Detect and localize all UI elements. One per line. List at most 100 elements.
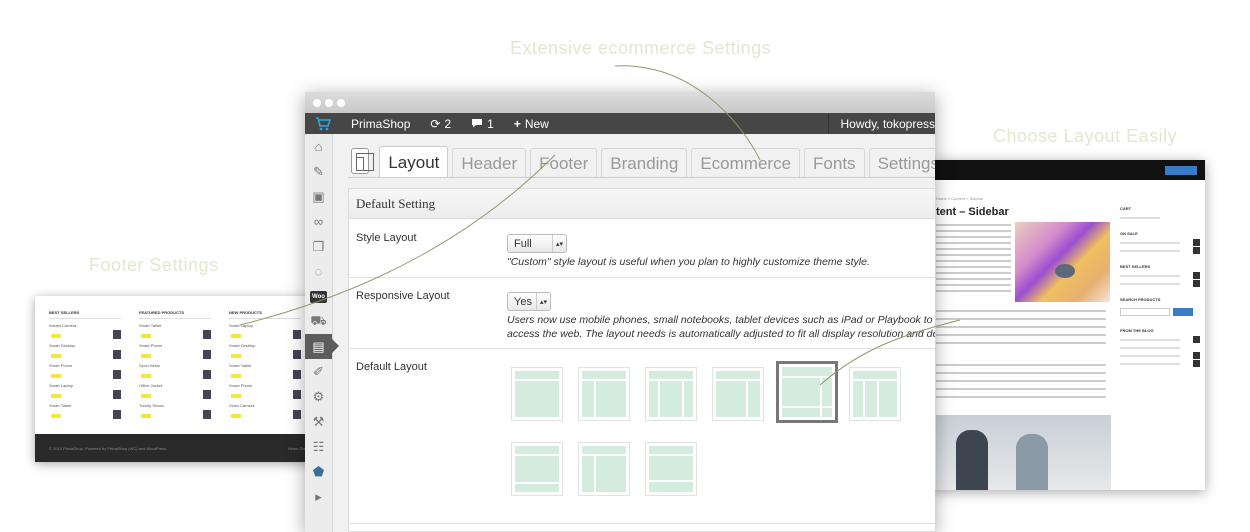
footer-bar: © 2013 PrimaShop. Powered by PrimaShop (…	[35, 434, 330, 462]
shield-icon[interactable]: ⬟	[305, 459, 332, 484]
callout-layout: Choose Layout Easily	[993, 126, 1178, 146]
sidebar-thumb	[1193, 247, 1200, 254]
cart-icon[interactable]	[305, 113, 341, 134]
layout-option-both-sidebars[interactable]	[645, 367, 697, 421]
footer-product: Smart Tablet	[229, 363, 301, 384]
layout-option-full-width[interactable]	[511, 367, 563, 421]
price-tag	[141, 394, 151, 399]
layout-column-divider	[658, 381, 660, 417]
style-layout-value: Full	[514, 237, 532, 250]
tab-settings[interactable]: Settings	[868, 148, 935, 178]
layout-column-divider	[746, 381, 748, 417]
sidebar-thumb	[1193, 239, 1200, 246]
footer-column-title: NEW PRODUCTS	[229, 310, 301, 319]
new-content-link[interactable]: + New	[504, 113, 559, 134]
pages-icon[interactable]: ❐	[305, 234, 332, 259]
window-close-dot[interactable]	[313, 98, 321, 107]
footer-column: FEATURED PRODUCTS Smart Tablet Smart Pho…	[139, 310, 211, 424]
home-icon[interactable]: ⌂	[305, 134, 332, 159]
preview-text-line	[936, 326, 1106, 328]
products-icon[interactable]: ⛟	[305, 309, 332, 334]
howdy-text: Howdy, tokopress	[840, 116, 935, 131]
layout-preview-fill	[649, 371, 693, 417]
layout-option-full-footer[interactable]	[645, 442, 697, 496]
links-icon[interactable]: ∞	[305, 209, 332, 234]
preview-topbar	[930, 160, 1205, 180]
product-thumb	[203, 329, 211, 339]
tab-branding[interactable]: Branding	[601, 148, 688, 178]
layout-header-bar	[515, 454, 559, 456]
layout-option-split-sidebar[interactable]	[849, 367, 901, 421]
tab-footer[interactable]: Footer	[530, 148, 598, 178]
layout-preview: Home » Content » Sidebar tent – Sidebar …	[930, 160, 1205, 490]
media-icon[interactable]: ▣	[305, 184, 332, 209]
preview-text-line	[936, 230, 1011, 232]
style-layout-help: "Custom" style layout is useful when you…	[507, 256, 870, 268]
sidebar-thumb	[1193, 272, 1200, 279]
layout-option-header-only[interactable]	[511, 442, 563, 496]
responsive-layout-row: Responsive Layout Yes ▴▾ Users now use m…	[349, 278, 935, 349]
woo-badge: Woo	[310, 290, 327, 303]
price-tag	[51, 394, 61, 399]
pin-icon[interactable]: ✎	[305, 159, 332, 184]
layout-option-content-sidebar-selected[interactable]	[776, 361, 838, 423]
woo-icon[interactable]: Woo	[305, 284, 332, 309]
site-name-link[interactable]: PrimaShop	[341, 113, 420, 134]
preview-breadcrumb: Home » Content » Sidebar	[936, 196, 984, 201]
admin-bar: PrimaShop ⟳ 2 1 + New Howdy, tokopress	[305, 113, 935, 134]
responsive-layout-select[interactable]: Yes ▴▾	[507, 292, 551, 311]
account-menu[interactable]: Howdy, tokopress	[827, 113, 935, 134]
tab-layout[interactable]: Layout	[379, 146, 449, 178]
plugins-icon[interactable]: ⚙	[305, 384, 332, 409]
tools-icon[interactable]: ⚒	[305, 409, 332, 434]
layout-column-divider	[863, 381, 865, 417]
sidebar-line	[1120, 242, 1180, 244]
play-icon[interactable]: ▸	[305, 484, 332, 509]
product-name: Smart Laptop	[49, 382, 74, 388]
sidebar-line	[1120, 347, 1180, 349]
footer-product: Office Jacket	[139, 383, 211, 404]
updates-link[interactable]: ⟳ 2	[420, 113, 461, 134]
layout-options-icon	[351, 148, 375, 174]
preview-text-line	[936, 310, 1106, 312]
product-thumb	[293, 329, 301, 339]
product-thumb	[113, 369, 121, 379]
layout-header-bar	[649, 454, 693, 456]
sidebar-thumb	[1193, 352, 1200, 359]
layout-header-bar	[582, 379, 626, 381]
theme-options-icon[interactable]: ▤	[305, 334, 339, 359]
preview-text-line	[936, 380, 1106, 382]
price-tag	[51, 354, 61, 359]
comments-icon[interactable]: ◌	[305, 259, 332, 284]
layout-option-right-sidebar[interactable]	[712, 367, 764, 421]
sidebar-search-button	[1173, 308, 1193, 316]
style-layout-select[interactable]: Full ▴▾	[507, 234, 567, 253]
settings-icon[interactable]: ☷	[305, 434, 332, 459]
responsive-layout-label: Responsive Layout	[356, 290, 450, 302]
tab-ecommerce[interactable]: Ecommerce	[691, 148, 801, 178]
window-minimize-dot[interactable]	[325, 98, 333, 107]
theme-options-content: Layout Header Footer Branding Ecommerce …	[348, 134, 935, 532]
price-tag	[51, 374, 61, 379]
layout-option-left-sidebar[interactable]	[578, 367, 630, 421]
options-tabs: Layout Header Footer Branding Ecommerce …	[348, 144, 935, 178]
preview-text-line	[936, 236, 1011, 238]
preview-text-line	[936, 266, 1011, 268]
preview-text-line	[936, 248, 1011, 250]
footer-copyright: © 2013 PrimaShop. Powered by PrimaShop (…	[49, 446, 168, 451]
preview-text-line	[936, 224, 1011, 226]
window-maximize-dot[interactable]	[337, 98, 345, 107]
appearance-icon[interactable]: ✐	[305, 359, 332, 384]
product-thumb	[113, 409, 121, 419]
tab-header[interactable]: Header	[452, 148, 527, 178]
preview-text-line	[936, 242, 1011, 244]
window-title-bar	[305, 92, 935, 113]
price-tag	[231, 414, 241, 419]
layout-option-left-sidebar-footer[interactable]	[578, 442, 630, 496]
tab-fonts[interactable]: Fonts	[804, 148, 865, 178]
sidebar-line	[1120, 355, 1180, 357]
preview-text-line	[936, 342, 1106, 344]
product-thumb	[113, 329, 121, 339]
refresh-icon: ⟳	[430, 116, 441, 131]
comments-link[interactable]: 1	[461, 113, 504, 134]
